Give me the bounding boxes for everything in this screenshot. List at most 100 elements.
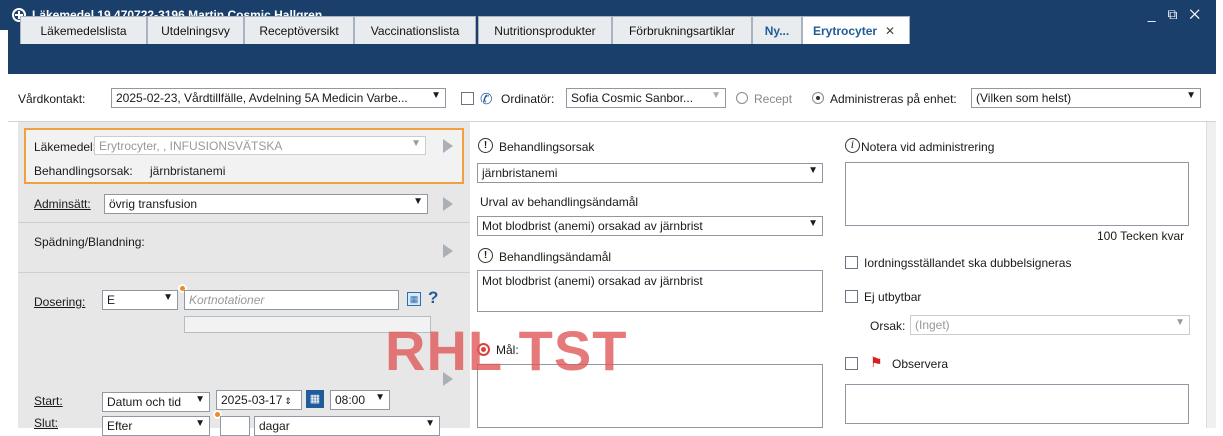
behandlingsorsak-select[interactable]: järnbristanemi ▼ — [477, 163, 823, 183]
slut-type-select[interactable]: Efter ▼ — [102, 416, 210, 436]
notera-heading: Notera vid administrering — [861, 140, 995, 154]
tab-lakemedelslista[interactable]: Läkemedelslista — [20, 16, 147, 44]
lakemedel-label: Läkemedel: — [34, 140, 97, 154]
environment-watermark: RHL TST — [385, 319, 628, 382]
tab-label: Erytrocyter — [813, 23, 878, 38]
divider — [18, 272, 470, 273]
info-icon: ! — [478, 138, 493, 153]
divider — [18, 222, 470, 223]
behandlingsorsak-heading: Behandlingsorsak — [499, 140, 595, 154]
vardkontakt-value: 2025-02-23, Vårdtillfälle, Avdelning 5A … — [116, 91, 408, 105]
chevron-down-icon: ▼ — [411, 138, 421, 149]
tab-label: Läkemedelslista — [40, 23, 127, 38]
start-type-value: Datum och tid — [107, 395, 182, 409]
tecken-kvar: 100 Tecken kvar — [1097, 229, 1185, 243]
slut-count-input[interactable] — [220, 416, 250, 436]
chevron-down-icon: ▼ — [195, 394, 205, 405]
ordinator-value: Sofia Cosmic Sanbor... — [571, 91, 694, 105]
dosering-label: Dosering: — [34, 295, 86, 309]
start-date-input[interactable]: 2025-03-17 ⇕ — [216, 390, 302, 410]
start-type-select[interactable]: Datum och tid ▼ — [102, 392, 210, 412]
tab-label: Utdelningsvy — [161, 23, 230, 38]
vertical-scrollbar[interactable] — [1206, 122, 1216, 428]
chevron-down-icon: ▼ — [808, 218, 818, 229]
tab-close-icon[interactable]: ✕ — [885, 24, 895, 38]
chevron-down-icon: ▼ — [808, 165, 818, 176]
observera-checkbox[interactable] — [845, 357, 858, 370]
info-icon: i — [845, 138, 860, 153]
start-time-value: 08:00 — [335, 393, 366, 407]
enhet-select[interactable]: (Vilken som helst) ▼ — [971, 88, 1201, 108]
lakemedel-select: Erytrocyter, , INFUSIONSVÄTSKA ▼ — [94, 136, 426, 155]
tab-vaccinationslista[interactable]: Vaccinationslista — [354, 16, 476, 44]
enhet-value: (Vilken som helst) — [976, 91, 1072, 105]
administreras-radio[interactable] — [812, 92, 824, 104]
administreras-label: Administreras på enhet: — [830, 92, 957, 106]
ordinator-label: Ordinatör: — [501, 92, 555, 106]
tab-label: Receptöversikt — [259, 23, 339, 38]
vardkontakt-select[interactable]: 2025-02-23, Vårdtillfälle, Avdelning 5A … — [111, 88, 446, 108]
dosering-select[interactable]: E ▼ — [102, 290, 178, 310]
tab-nutritionsprodukter[interactable]: Nutritionsprodukter — [478, 16, 612, 44]
dosering-value: E — [107, 293, 116, 307]
window-controls[interactable]: _ ⧉ ✕ — [1148, 6, 1204, 23]
spadning-label: Spädning/Blandning: — [34, 235, 145, 249]
ej-utbytbar-label: Ej utbytbar — [864, 290, 922, 304]
tab-utdelningsvy[interactable]: Utdelningsvy — [147, 16, 244, 44]
recept-radio[interactable] — [736, 92, 748, 104]
expand-arrow-icon[interactable] — [443, 244, 453, 258]
dubbelsigneras-checkbox[interactable] — [845, 256, 858, 269]
adminsatt-select[interactable]: övrig transfusion ▼ — [104, 194, 428, 214]
recept-label: Recept — [754, 92, 793, 106]
lakemedel-value: Erytrocyter, , INFUSIONSVÄTSKA — [99, 139, 283, 153]
tab-receptoversikt[interactable]: Receptöversikt — [244, 16, 354, 44]
notera-textarea[interactable] — [845, 162, 1189, 226]
expand-arrow-icon[interactable] — [443, 139, 453, 153]
spinner-icon[interactable]: ⇕ — [284, 396, 292, 406]
calculator-icon[interactable]: ▦ — [407, 292, 421, 306]
slut-unit-select[interactable]: dagar ▼ — [254, 416, 440, 436]
orsak-value: (Inget) — [915, 318, 950, 332]
expand-arrow-icon[interactable] — [443, 197, 453, 211]
info-icon: ! — [478, 248, 493, 263]
observera-textarea[interactable] — [845, 384, 1189, 424]
urval-label: Urval av behandlingsändamål — [480, 195, 639, 209]
left-behandlingsorsak-value: järnbristanemi — [150, 164, 226, 178]
adminsatt-value: övrig transfusion — [109, 197, 198, 211]
andamal-heading: Behandlingsändamål — [499, 250, 612, 264]
chevron-down-icon: ▼ — [1186, 90, 1196, 101]
left-behandlingsorsak-label: Behandlingsorsak: — [34, 164, 133, 178]
adminsatt-label: Adminsätt: — [34, 197, 91, 211]
andamal-textarea[interactable]: Mot blodbrist (anemi) orsakad av järnbri… — [477, 270, 823, 312]
kortnotationer-input[interactable]: Kortnotationer — [184, 290, 399, 310]
tab-forbrukningsartiklar[interactable]: Förbrukningsartiklar — [612, 16, 752, 44]
ordinator-checkbox[interactable] — [461, 92, 474, 105]
left-margin — [0, 122, 8, 428]
vardkontakt-label: Vårdkontakt: — [18, 92, 86, 106]
start-label: Start: — [34, 394, 63, 408]
tab-erytrocyter[interactable]: Erytrocyter ✕ — [802, 16, 910, 44]
tab-label: Förbrukningsartiklar — [628, 23, 736, 38]
urval-select[interactable]: Mot blodbrist (anemi) orsakad av järnbri… — [477, 216, 823, 236]
tab-label: Vaccinationslista — [370, 23, 460, 38]
flag-icon: ⚑ — [870, 354, 883, 370]
chevron-down-icon: ▼ — [163, 292, 173, 303]
chevron-down-icon: ▼ — [711, 90, 721, 101]
chevron-down-icon: ▼ — [375, 392, 385, 403]
tab-label: Ny... — [764, 23, 790, 38]
chevron-down-icon: ▼ — [413, 196, 423, 207]
help-icon[interactable]: ? — [428, 288, 438, 308]
start-date-value: 2025-03-17 — [221, 393, 283, 407]
chevron-down-icon: ▼ — [431, 90, 441, 101]
tab-ny[interactable]: Ny... — [752, 16, 802, 44]
tab-label: Nutritionsprodukter — [494, 23, 596, 38]
slut-unit-value: dagar — [259, 419, 290, 433]
orsak-select: (Inget) ▼ — [910, 315, 1190, 335]
orsak-label: Orsak: — [870, 319, 906, 333]
phone-icon: ✆ — [480, 91, 493, 108]
ej-utbytbar-checkbox[interactable] — [845, 290, 858, 303]
dubbelsigneras-label: Iordningsställandet ska dubbelsigneras — [864, 256, 1072, 270]
calendar-icon[interactable]: ▦ — [306, 390, 324, 408]
ordinator-select[interactable]: Sofia Cosmic Sanbor... ▼ — [566, 88, 726, 108]
start-time-select[interactable]: 08:00 ▼ — [330, 390, 390, 410]
